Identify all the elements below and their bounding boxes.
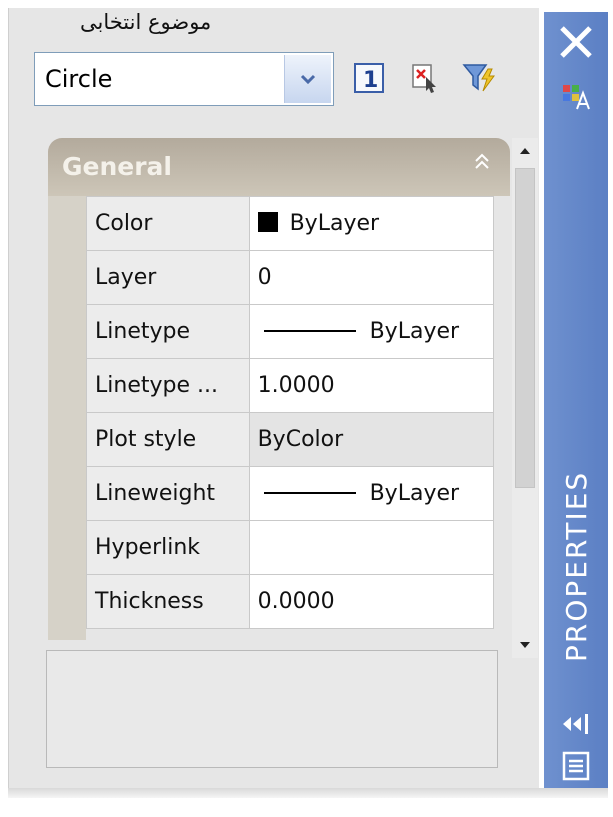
- property-value-text: ByLayer: [289, 211, 380, 236]
- pickadd-icon: 1: [354, 63, 384, 93]
- select-objects-icon: [412, 64, 436, 93]
- property-value[interactable]: [248, 520, 495, 575]
- object-type-dropdown[interactable]: Circle: [34, 52, 334, 106]
- scroll-down-icon[interactable]: [512, 632, 538, 658]
- toggle-pickadd-button[interactable]: 1: [350, 58, 388, 98]
- vertical-scrollbar[interactable]: [512, 138, 538, 658]
- property-name: Layer: [86, 250, 250, 305]
- property-value[interactable]: ByLayer: [248, 304, 495, 359]
- palette-title: PROPERTIES: [560, 470, 593, 662]
- annotation-label: موضوع انتخابی: [80, 10, 212, 34]
- property-row-linetype-scale[interactable]: Linetype ... 1.0000: [86, 358, 495, 413]
- property-row-thickness[interactable]: Thickness 0.0000: [86, 574, 495, 629]
- description-area: [46, 650, 498, 768]
- panel-shadow: [8, 788, 608, 798]
- property-value[interactable]: ByColor: [248, 412, 495, 467]
- property-name: Hyperlink: [86, 520, 250, 575]
- pickadd-glyph: 1: [363, 68, 378, 93]
- property-name: Color: [86, 196, 250, 251]
- property-name: Linetype ...: [86, 358, 250, 413]
- linetype-preview: [263, 330, 356, 332]
- close-icon[interactable]: [556, 22, 596, 62]
- section-title: General: [62, 152, 172, 181]
- property-value[interactable]: 0.0000: [248, 574, 495, 629]
- property-name: Plot style: [86, 412, 250, 467]
- property-name: Linetype: [86, 304, 250, 359]
- customize-icon[interactable]: [556, 76, 596, 116]
- auto-hide-icon[interactable]: [556, 704, 596, 744]
- quick-select-button[interactable]: [460, 58, 498, 98]
- property-row-hyperlink[interactable]: Hyperlink: [86, 520, 495, 575]
- scroll-up-icon[interactable]: [512, 138, 538, 164]
- property-row-lineweight[interactable]: Lineweight ByLayer: [86, 466, 495, 521]
- property-row-color[interactable]: Color ByLayer: [86, 196, 495, 251]
- collapse-icon[interactable]: [472, 152, 492, 177]
- property-name: Lineweight: [86, 466, 250, 521]
- quick-select-icon: [462, 64, 495, 92]
- property-value-text: ByLayer: [369, 319, 460, 344]
- property-row-plot-style[interactable]: Plot style ByColor: [86, 412, 495, 467]
- scroll-thumb[interactable]: [515, 168, 535, 488]
- general-section-header[interactable]: General: [48, 138, 510, 196]
- property-row-layer[interactable]: Layer 0: [86, 250, 495, 305]
- property-value[interactable]: ByLayer: [248, 196, 495, 251]
- property-value-text: ByLayer: [369, 481, 460, 506]
- object-type-value: Circle: [45, 65, 113, 93]
- property-value[interactable]: 1.0000: [248, 358, 495, 413]
- color-swatch: [257, 212, 278, 232]
- property-value[interactable]: 0: [248, 250, 495, 305]
- properties-menu-icon[interactable]: [556, 746, 596, 786]
- property-name: Thickness: [86, 574, 250, 629]
- palette-titlebar[interactable]: PROPERTIES: [544, 12, 608, 788]
- section-gutter: [48, 196, 86, 640]
- property-grid: Color ByLayer Layer 0 Linetype ByLayer L…: [86, 196, 495, 629]
- chevron-down-icon[interactable]: [284, 55, 331, 103]
- property-value[interactable]: ByLayer: [248, 466, 495, 521]
- property-row-linetype[interactable]: Linetype ByLayer: [86, 304, 495, 359]
- lineweight-preview: [263, 492, 356, 494]
- select-objects-button[interactable]: [406, 58, 444, 98]
